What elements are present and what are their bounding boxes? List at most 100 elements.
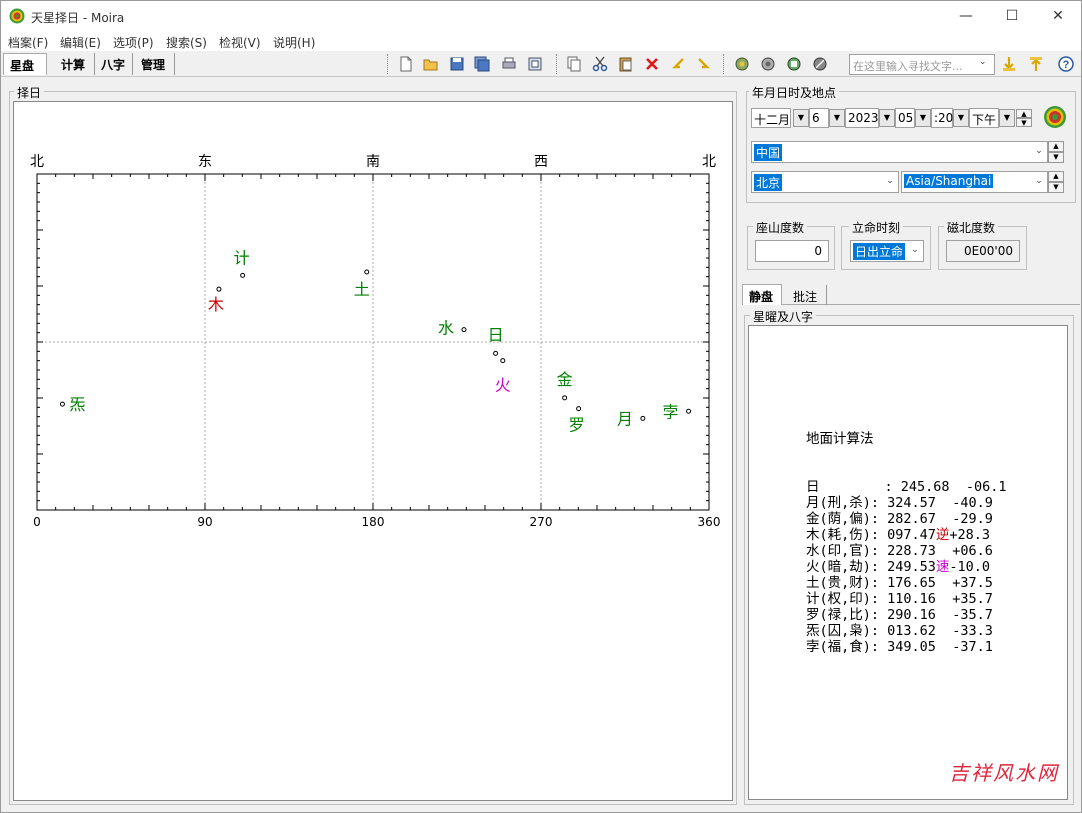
print-icon[interactable]	[500, 55, 518, 73]
city-spin-up[interactable]: ▲	[1048, 171, 1064, 182]
gear-a-icon[interactable]	[733, 55, 751, 73]
star-row: 计(权,印): 110.16 +35.7	[806, 591, 1006, 607]
cibei-input[interactable]: 0E00'00	[946, 240, 1020, 262]
menu-view[interactable]: 检视(V)	[219, 34, 261, 51]
menu-edit[interactable]: 编辑(E)	[60, 34, 101, 51]
chart-wheel-icon[interactable]	[1043, 105, 1067, 129]
tab-pizhu[interactable]: 批注	[787, 285, 827, 305]
help-icon[interactable]: ?	[1057, 55, 1075, 73]
undo-icon[interactable]	[669, 55, 687, 73]
day-dropdown-button[interactable]: ▼	[829, 109, 845, 127]
gear-b-icon[interactable]	[759, 55, 777, 73]
country-select[interactable]: 中国 ⌄	[751, 141, 1048, 163]
minute-dropdown-button[interactable]: ▼	[953, 109, 969, 127]
star-point-label: 火	[495, 376, 511, 395]
redo-icon[interactable]	[695, 55, 713, 73]
star-altitude: -06.1	[965, 479, 1007, 495]
tab-calc[interactable]: 计算	[55, 53, 95, 75]
minute-select[interactable]: :20	[931, 108, 953, 128]
new-file-icon[interactable]	[397, 55, 415, 73]
star-altitude: -40.9	[952, 495, 993, 511]
star-flag	[936, 511, 952, 527]
x-tick-label: 270	[530, 515, 553, 529]
minimize-button[interactable]: —	[943, 1, 989, 31]
year-select[interactable]: 2023	[845, 108, 879, 128]
star-label: 罗(禄,比):	[806, 607, 888, 623]
star-azimuth: 249.53	[887, 559, 936, 575]
menu-help[interactable]: 说明(H)	[273, 34, 315, 51]
star-row: 炁(囚,枭): 013.62 -33.3	[806, 623, 1006, 639]
star-altitude: +28.3	[949, 527, 991, 543]
time-spin-down[interactable]: ▼	[1016, 118, 1032, 127]
ampm-dropdown-button[interactable]: ▼	[999, 109, 1015, 127]
find-next-icon[interactable]	[1027, 55, 1045, 73]
find-icon[interactable]	[1000, 55, 1018, 73]
tab-jingpan[interactable]: 静盘	[742, 284, 782, 305]
ampm-select[interactable]: 下午	[969, 108, 999, 128]
star-row: 孛(福,食): 349.05 -37.1	[806, 639, 1006, 655]
cibei-title: 磁北度数	[944, 219, 999, 236]
open-folder-icon[interactable]	[422, 55, 440, 73]
star-azimuth: 013.62	[887, 623, 936, 639]
search-dropdown-arrow[interactable]: ⌄	[979, 57, 987, 67]
star-altitude: +35.7	[952, 591, 993, 607]
gear-c-icon[interactable]	[785, 55, 803, 73]
tab-bazi[interactable]: 八字	[95, 53, 133, 75]
x-tick-label: 90	[197, 515, 212, 529]
day-select[interactable]: 6	[809, 108, 829, 128]
star-point	[240, 272, 246, 278]
direction-label: 南	[366, 154, 380, 170]
liming-title: 立命时刻	[849, 219, 904, 236]
search-input[interactable]: 在这里输入寻找文字...	[849, 54, 995, 75]
star-flag	[936, 495, 952, 511]
star-flag	[950, 479, 966, 495]
print-preview-icon[interactable]	[526, 55, 544, 73]
month-dropdown-button[interactable]: ▼	[793, 109, 809, 127]
gear-d-icon[interactable]	[811, 55, 829, 73]
cut-icon[interactable]	[591, 55, 609, 73]
hour-dropdown-button[interactable]: ▼	[915, 109, 931, 127]
star-row: 月(刑,杀): 324.57 -40.9	[806, 495, 1006, 511]
paste-icon[interactable]	[617, 55, 635, 73]
stars-group-title: 星曜及八字	[750, 308, 817, 325]
country-spin-up[interactable]: ▲	[1048, 141, 1064, 152]
save-all-icon[interactable]	[473, 55, 491, 73]
delete-icon[interactable]	[643, 55, 661, 73]
hour-select[interactable]: 05	[895, 108, 915, 128]
close-button[interactable]: ✕	[1035, 1, 1081, 31]
menu-options[interactable]: 选项(P)	[113, 34, 154, 51]
star-point-label: 计	[234, 248, 250, 267]
save-icon[interactable]	[448, 55, 466, 73]
time-spin-up[interactable]: ▲	[1016, 109, 1032, 118]
star-point-label: 孛	[663, 402, 679, 421]
star-flag	[936, 607, 952, 623]
menu-search[interactable]: 搜索(S)	[166, 34, 207, 51]
zuoshan-input[interactable]: 0	[755, 240, 829, 262]
menu-bar: 档案(F) 编辑(E) 选项(P) 搜索(S) 检视(V) 说明(H)	[1, 31, 1081, 51]
copy-icon[interactable]	[565, 55, 583, 73]
liming-select[interactable]: 日出立命 ⌄	[850, 240, 924, 262]
month-select[interactable]: 十二月	[751, 108, 791, 128]
star-label: 火(暗,劫):	[806, 559, 888, 575]
country-spin-down[interactable]: ▼	[1048, 152, 1064, 163]
city-spin-down[interactable]: ▼	[1048, 182, 1064, 193]
maximize-button[interactable]: ☐	[989, 1, 1035, 31]
star-azimuth: 290.16	[887, 607, 936, 623]
star-point	[686, 408, 692, 414]
direction-label: 东	[198, 154, 212, 170]
star-label: 孛(福,食):	[806, 639, 888, 655]
city-select[interactable]: 北京 ⌄	[751, 171, 899, 193]
star-point	[493, 350, 499, 356]
direction-label: 北	[30, 154, 44, 170]
star-altitude: -10.0	[949, 559, 991, 575]
tab-chart[interactable]: 星盘	[3, 53, 47, 75]
title-bar: 天星择日 - Moira — ☐ ✕	[1, 1, 1081, 31]
tab-manage[interactable]: 管理	[135, 53, 175, 75]
toolbar-separator	[387, 54, 388, 74]
svg-text:?: ?	[1063, 59, 1070, 71]
year-dropdown-button[interactable]: ▼	[879, 109, 895, 127]
star-point-label: 水	[438, 319, 454, 338]
timezone-select[interactable]: Asia/Shanghai ⌄	[901, 171, 1048, 193]
menu-file[interactable]: 档案(F)	[8, 34, 48, 51]
zuoshan-title: 座山度数	[753, 219, 808, 236]
